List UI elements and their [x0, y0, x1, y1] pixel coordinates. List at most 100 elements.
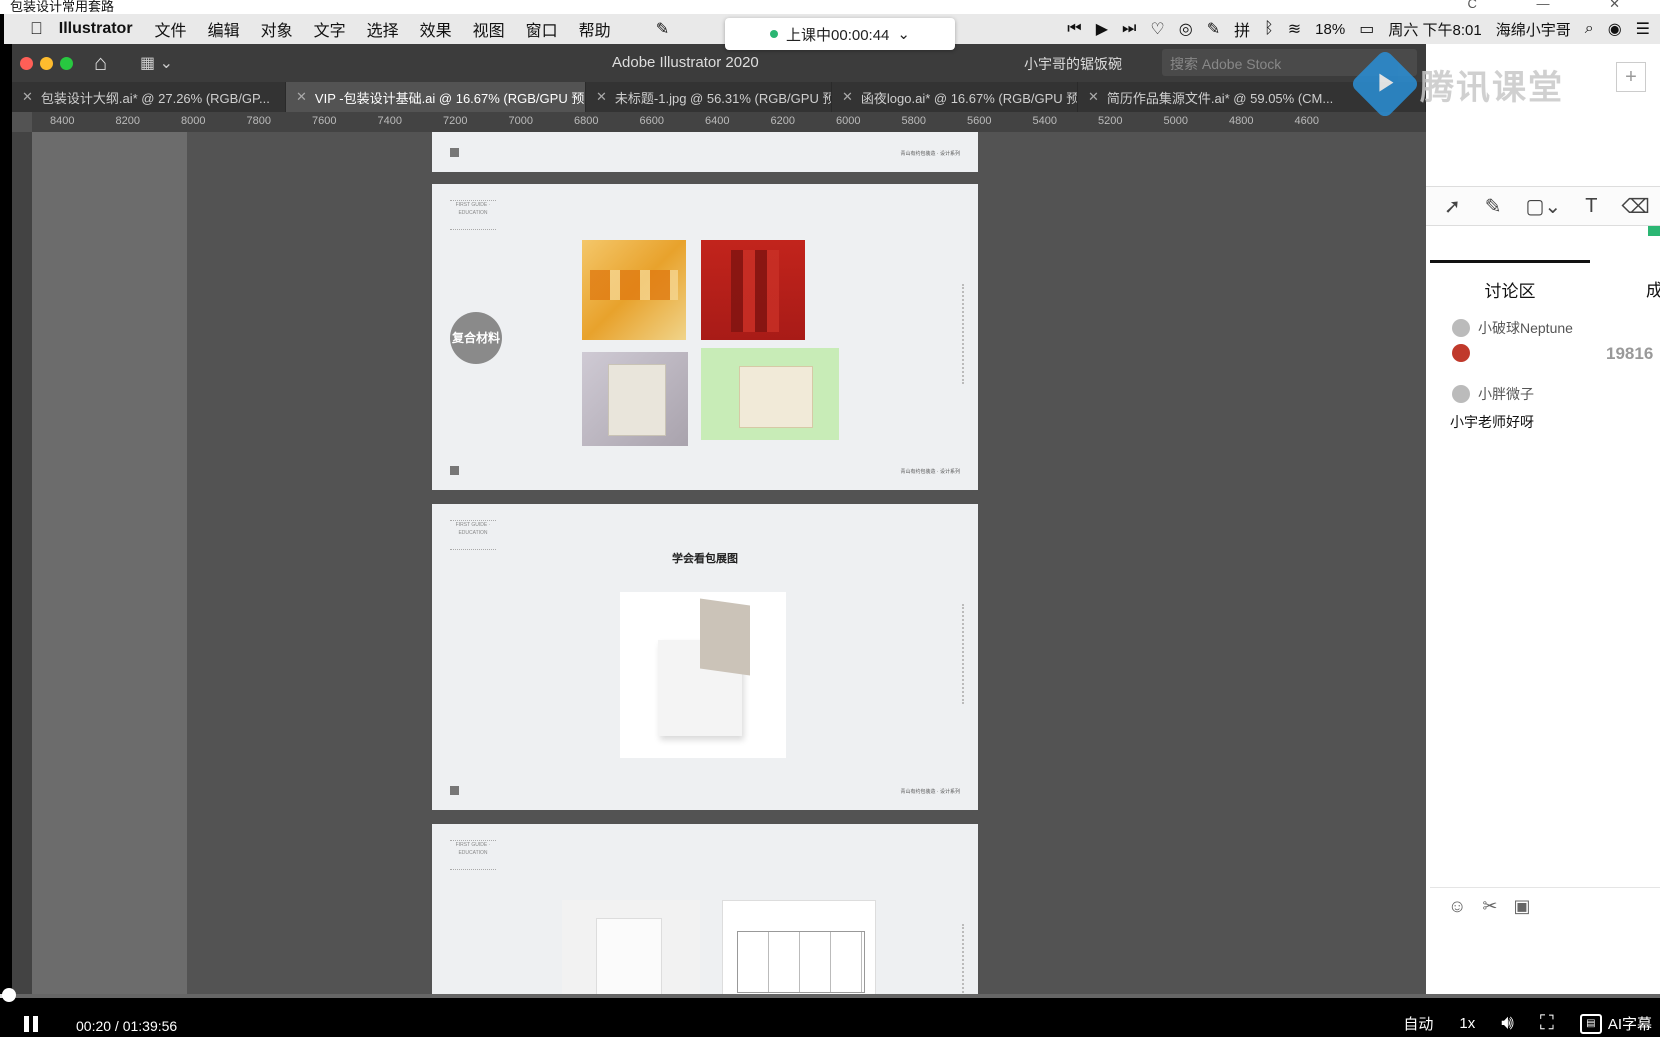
close-tab-icon[interactable]: ✕	[842, 89, 853, 105]
battery-icon[interactable]: ▭	[1359, 19, 1374, 39]
input-method-icon[interactable]: 拼	[1234, 17, 1250, 41]
fullscreen-icon[interactable]: ⛶	[1540, 1012, 1554, 1035]
ruler-mark: 8000	[181, 115, 206, 127]
menu-window[interactable]: 窗口	[526, 17, 558, 41]
app-menu[interactable]: Illustrator	[59, 20, 133, 38]
pen-icon[interactable]: ✎	[1485, 194, 1502, 219]
menu-view[interactable]: 视图	[473, 17, 505, 41]
close-tab-icon[interactable]: ✕	[1088, 89, 1099, 105]
screen: 包装设计常用套路 C — ✕  Illustrator 文件 编辑 对象 文字…	[0, 0, 1660, 1037]
window-buttons[interactable]: C — ✕	[1467, 0, 1648, 12]
side-text-decoration	[961, 604, 964, 704]
prev-track-icon[interactable]: ⏮	[1067, 20, 1081, 38]
clock[interactable]: 周六 下午8:01	[1388, 19, 1481, 40]
progress-track[interactable]	[0, 994, 1660, 998]
play-icon[interactable]: ▶	[1096, 19, 1108, 39]
image-icon[interactable]: ▣	[1513, 896, 1530, 917]
search-icon[interactable]: ⌕	[1585, 20, 1594, 38]
document-tabs: ✕ 包装设计大纲.ai* @ 27.26% (RGB/GP... ✕ VIP -包装…	[12, 82, 1426, 112]
food-pouch-photo	[701, 348, 839, 440]
auto-quality-button[interactable]: 自动	[1403, 1013, 1433, 1034]
dieline-drawing	[722, 900, 876, 994]
gift-box-photo	[582, 352, 688, 446]
avatar[interactable]	[1452, 319, 1470, 337]
brush-icon[interactable]: ✎	[1207, 19, 1220, 39]
doc-tab-active[interactable]: ✕ VIP -包装设计基础.ai @ 16.67% (RGB/GPU 预览)	[286, 82, 586, 112]
ruler-mark: 5400	[1032, 115, 1057, 127]
tab-discussion[interactable]: 讨论区	[1430, 260, 1590, 301]
artboard[interactable]: FIRST GUIDE · EDUCATION	[432, 824, 978, 994]
doc-tab[interactable]: ✕ 函夜logo.ai* @ 16.67% (RGB/GPU 预...	[832, 82, 1078, 112]
ruler-mark: 4800	[1229, 115, 1254, 127]
play-logo-icon	[1349, 48, 1421, 120]
artboard[interactable]: 青山有约包装造 · 设计系列	[432, 132, 978, 172]
ai-subtitle-button[interactable]: ▤ AI字幕	[1579, 1013, 1652, 1034]
menu-object[interactable]: 对象	[261, 17, 293, 41]
user-name[interactable]: 海绵小宇哥	[1496, 19, 1571, 40]
next-track-icon[interactable]: ⏭	[1122, 20, 1136, 38]
live-dot	[770, 30, 779, 38]
maximize-window-button[interactable]	[60, 57, 73, 70]
artboard-canvas[interactable]: 青山有约包装造 · 设计系列 FIRST GUIDE · EDUCATION 复…	[32, 132, 1426, 994]
rect-icon[interactable]: ▢⌄	[1526, 194, 1562, 219]
ruler-mark: 6200	[770, 115, 795, 127]
close-tab-icon[interactable]: ✕	[22, 89, 33, 105]
menu-select[interactable]: 选择	[367, 17, 399, 41]
divider	[1430, 887, 1660, 888]
orange-package-photo	[582, 240, 686, 340]
ruler-mark: 7600	[312, 115, 337, 127]
menu-effect[interactable]: 效果	[420, 17, 452, 41]
artboard[interactable]: FIRST GUIDE · EDUCATION 复合材料 青山有约包装造 · 设…	[432, 184, 978, 490]
menu-help[interactable]: 帮助	[579, 17, 611, 41]
wifi-icon[interactable]: ≋	[1288, 19, 1301, 39]
milk-carton-photo	[562, 900, 700, 994]
layout-icon[interactable]: ▦ ⌄	[140, 53, 173, 73]
menu-type[interactable]: 文字	[314, 17, 346, 41]
speed-button[interactable]: 1x	[1459, 1015, 1475, 1032]
eraser-icon[interactable]: ⌫	[1621, 194, 1649, 219]
add-button[interactable]: +	[1616, 62, 1646, 92]
emoji-icon[interactable]: ☺	[1448, 896, 1466, 917]
sticker-avatar	[1452, 344, 1470, 362]
menu-edit[interactable]: 编辑	[208, 17, 240, 41]
close-tab-icon[interactable]: ✕	[296, 89, 307, 105]
pause-icon[interactable]	[22, 1016, 40, 1032]
message-username[interactable]: 小破球Neptune	[1478, 318, 1573, 338]
close-tab-icon[interactable]: ✕	[596, 89, 607, 105]
artboard-footer: 青山有约包装造 · 设计系列	[900, 469, 960, 475]
message-username[interactable]: 小胖微子	[1478, 384, 1534, 404]
workspace-switcher[interactable]: 小宇哥的锯饭碗	[1024, 54, 1122, 74]
doc-tab-label: 函夜logo.ai* @ 16.67% (RGB/GPU 预...	[860, 90, 1078, 106]
chevron-down-icon[interactable]: ⌄	[897, 25, 910, 43]
artboard[interactable]: FIRST GUIDE · EDUCATION 学会看包展图 青山有约包装造 ·…	[432, 504, 978, 810]
message-text: 小宇老师好呀	[1450, 414, 1534, 430]
ruler-mark: 6600	[639, 115, 664, 127]
minimize-window-button[interactable]	[40, 57, 53, 70]
close-window-button[interactable]	[20, 57, 33, 70]
list-icon[interactable]: ☰	[1636, 19, 1650, 39]
illustrator-window: ⌂ ▦ ⌄ Adobe Illustrator 2020 小宇哥的锯饭碗 搜索 …	[12, 44, 1426, 994]
scissors-icon[interactable]: ✂	[1482, 896, 1497, 917]
pen-icon[interactable]: ✎	[656, 19, 669, 39]
avatar[interactable]	[1452, 385, 1470, 403]
message-user: 小胖微子	[1452, 384, 1534, 404]
doc-tab[interactable]: ✕ 未标题-1.jpg @ 56.31% (RGB/GPU 预...	[586, 82, 832, 112]
cursor-icon[interactable]: ➚	[1444, 194, 1461, 219]
text-icon[interactable]: T	[1585, 195, 1597, 218]
tab-other[interactable]: 成	[1646, 276, 1660, 301]
home-icon[interactable]: ⌂	[94, 50, 107, 76]
class-timer[interactable]: 上课中00:00:44 ⌄	[725, 18, 955, 50]
ruler-mark: 4600	[1294, 115, 1319, 127]
doc-tab[interactable]: ✕ 包装设计大纲.ai* @ 27.26% (RGB/GP...	[12, 82, 286, 112]
progress-handle[interactable]	[2, 988, 16, 1002]
apple-icon[interactable]: 	[30, 19, 43, 39]
volume-icon[interactable]: 🔊︎	[1501, 1012, 1514, 1035]
subtitle-icon: ▤	[1579, 1013, 1602, 1034]
siri-icon[interactable]: ◉	[1608, 19, 1622, 39]
heart-icon[interactable]: ♡	[1150, 19, 1164, 39]
ai-titlebar: ⌂ ▦ ⌄ Adobe Illustrator 2020 小宇哥的锯饭碗 搜索 …	[12, 44, 1426, 82]
horizontal-ruler: 8400 8200 8000 7800 7600 7400 7200 7000 6800 6600…	[32, 112, 1426, 132]
menu-file[interactable]: 文件	[155, 17, 187, 41]
target-icon[interactable]: ◎	[1179, 19, 1193, 39]
bluetooth-icon[interactable]: ᛒ	[1264, 20, 1274, 38]
